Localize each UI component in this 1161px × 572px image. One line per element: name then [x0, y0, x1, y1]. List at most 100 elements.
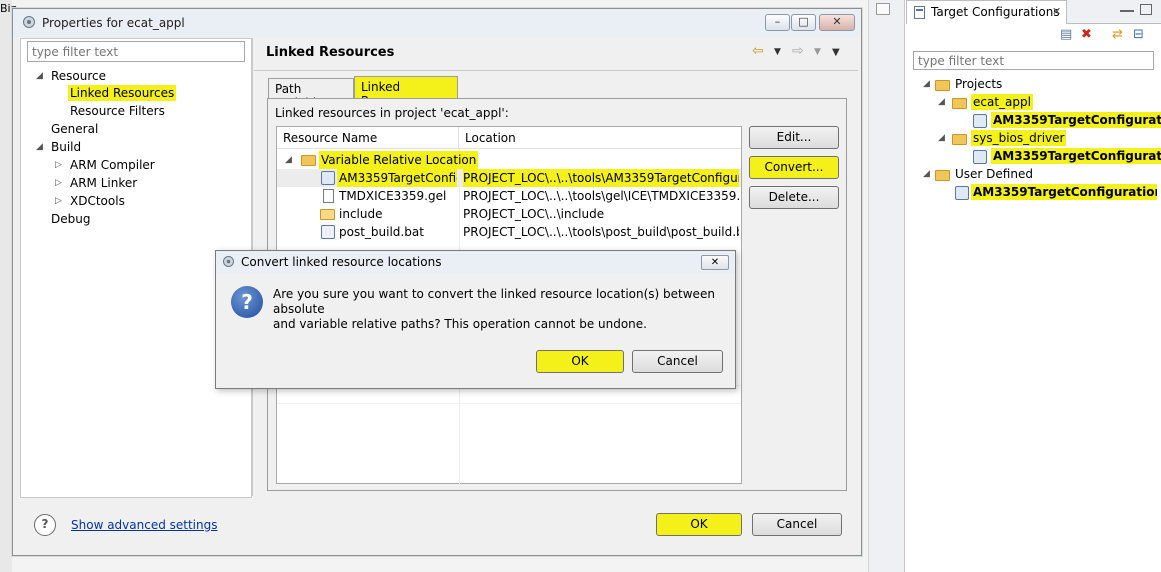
edit-button[interactable]: Edit...: [749, 126, 839, 149]
convert-confirm-dialog: Convert linked resource locations ✕ ? Ar…: [215, 250, 736, 389]
refresh-icon[interactable]: ⇄: [1112, 28, 1123, 42]
tree-item-projects[interactable]: Projects: [953, 76, 1004, 92]
tree-item-xdctools[interactable]: XDCtools: [68, 193, 127, 209]
table-cell-name: TMDXICE3359.gel: [339, 189, 447, 203]
chevron-down-icon[interactable]: ▼: [814, 47, 821, 57]
table-row[interactable]: include PROJECT_LOC\..\include: [277, 205, 741, 223]
table-cell-location: PROJECT_LOC\..\..\tools\post_build\post_…: [463, 225, 739, 239]
row-separator: [277, 403, 741, 404]
column-header-resource-name[interactable]: Resource Name: [277, 127, 459, 149]
forward-arrow-icon[interactable]: ⇨: [792, 43, 804, 59]
ok-button[interactable]: OK: [656, 513, 742, 536]
delete-icon[interactable]: ✖: [1081, 28, 1092, 42]
table-row[interactable]: AM3359TargetConfigu PROJECT_LOC\..\..\to…: [277, 169, 741, 187]
expand-arrow-icon[interactable]: ◢: [36, 68, 43, 84]
target-filter-input[interactable]: [913, 51, 1154, 70]
table-cell-location: PROJECT_LOC\..\include: [463, 207, 605, 221]
tree-item-linked-resources[interactable]: Linked Resources: [68, 85, 177, 101]
tab-path-variables[interactable]: Path Variables: [268, 78, 354, 110]
tree-item-ecat-appl[interactable]: ecat_appl: [971, 94, 1033, 110]
view-menu-icon[interactable]: ▼: [832, 47, 840, 58]
batch-file-icon: [321, 225, 335, 239]
maximize-button[interactable]: □: [791, 14, 816, 31]
target-config-file-icon: [973, 150, 987, 164]
tree-item-user-config[interactable]: AM3359TargetConfiguration.ccxml: [971, 184, 1157, 200]
maximize-icon[interactable]: [1140, 4, 1152, 15]
open-folder-icon: [320, 209, 335, 220]
help-icon[interactable]: ?: [34, 514, 56, 536]
tree-item-config[interactable]: AM3359TargetConfiguration: [991, 148, 1161, 164]
restore-icon[interactable]: [876, 3, 890, 15]
app-icon: [23, 16, 35, 28]
target-config-file-icon: [973, 114, 987, 128]
tree-item-user-defined[interactable]: User Defined: [953, 166, 1035, 182]
table-cell-name: Variable Relative Location: [319, 151, 479, 169]
expand-arrow-icon[interactable]: ◢: [923, 76, 930, 92]
cancel-button[interactable]: Cancel: [752, 513, 842, 536]
folder-icon: [301, 155, 316, 166]
confirm-ok-button[interactable]: OK: [536, 350, 624, 373]
panel-description: Linked resources in project 'ecat_appl':: [275, 106, 509, 120]
table-cell-location: PROJECT_LOC\..\..\tools\gel\ICE\TMDXICE3…: [463, 189, 739, 203]
table-row[interactable]: post_build.bat PROJECT_LOC\..\..\tools\p…: [277, 223, 741, 241]
tree-item-general[interactable]: General: [49, 121, 100, 137]
project-folder-icon: [952, 134, 967, 145]
expand-arrow-icon[interactable]: ◢: [938, 130, 945, 146]
tree-item-resource-filters[interactable]: Resource Filters: [68, 103, 167, 119]
confirm-message: Are you sure you want to convert the lin…: [273, 287, 723, 332]
show-advanced-settings-link[interactable]: Show advanced settings: [71, 518, 218, 532]
target-config-file-icon: [955, 186, 969, 200]
target-configurations-view: Target Configurations ✕ ▤ ✖ ⇄ ⊟ ◢ Projec…: [904, 0, 1161, 572]
tree-item-arm-compiler[interactable]: ARM Compiler: [68, 157, 157, 173]
ide-background-strip: [868, 0, 904, 572]
tree-item-resource[interactable]: Resource: [49, 68, 108, 84]
table-row[interactable]: TMDXICE3359.gel PROJECT_LOC\..\..\tools\…: [277, 187, 741, 205]
convert-button[interactable]: Convert...: [749, 156, 839, 179]
confirm-message-line: Are you sure you want to convert the lin…: [273, 287, 715, 316]
delete-button[interactable]: Delete...: [749, 186, 839, 209]
expand-arrow-icon[interactable]: ◢: [938, 94, 945, 110]
tree-item-sys-bios-driver[interactable]: sys_bios_driver: [971, 130, 1067, 146]
app-icon: [223, 256, 234, 267]
chevron-down-icon[interactable]: ▼: [774, 47, 781, 57]
tree-item-debug[interactable]: Debug: [49, 211, 92, 227]
tree-item-arm-linker[interactable]: ARM Linker: [68, 175, 139, 191]
tree-item-build[interactable]: Build: [49, 139, 83, 155]
collapsed-arrow-icon[interactable]: ▷: [55, 157, 62, 173]
tree-item-config[interactable]: AM3359TargetConfiguration: [991, 112, 1161, 128]
question-icon: ?: [231, 286, 263, 318]
expand-arrow-icon[interactable]: ◢: [285, 152, 292, 168]
expand-arrow-icon[interactable]: ◢: [36, 139, 43, 155]
close-button[interactable]: ✕: [701, 255, 729, 270]
minimize-icon[interactable]: [1120, 3, 1134, 12]
collapsed-arrow-icon[interactable]: ▷: [55, 193, 62, 209]
header-separator: [254, 70, 858, 71]
confirm-titlebar[interactable]: Convert linked resource locations ✕: [216, 251, 735, 273]
page-title: Linked Resources: [266, 45, 395, 60]
view-toolbar: ▤ ✖ ⇄ ⊟: [905, 24, 1161, 46]
folder-icon: [935, 80, 950, 91]
dialog-titlebar[interactable]: Properties for ecat_appl – □ ✕: [13, 9, 861, 37]
table-row[interactable]: ◢ Variable Relative Location: [277, 151, 741, 169]
minimize-button[interactable]: –: [765, 14, 790, 31]
collapse-all-icon[interactable]: ⊟: [1133, 28, 1144, 42]
collapsed-arrow-icon[interactable]: ▷: [55, 175, 62, 191]
folder-icon: [935, 170, 950, 181]
expand-arrow-icon[interactable]: ◢: [923, 166, 930, 182]
confirm-title: Convert linked resource locations: [241, 255, 442, 269]
file-icon: [323, 189, 334, 203]
tree-filter-input[interactable]: [27, 41, 245, 62]
close-button[interactable]: ✕: [819, 14, 855, 31]
column-header-location[interactable]: Location: [459, 127, 741, 149]
target-config-icon: [914, 6, 925, 19]
close-icon[interactable]: ✕: [1052, 5, 1061, 18]
table-cell-name: AM3359TargetConfigu: [337, 169, 457, 187]
new-config-icon[interactable]: ▤: [1060, 28, 1072, 42]
table-cell-name: post_build.bat: [339, 225, 424, 239]
tab-target-configurations[interactable]: Target Configurations ✕: [906, 0, 1067, 24]
tab-label: Target Configurations: [931, 5, 1060, 19]
target-config-file-icon: [321, 171, 335, 185]
confirm-cancel-button[interactable]: Cancel: [632, 350, 723, 373]
back-arrow-icon[interactable]: ⇦: [752, 43, 764, 59]
tab-linked-resources[interactable]: Linked Resources: [354, 76, 458, 108]
